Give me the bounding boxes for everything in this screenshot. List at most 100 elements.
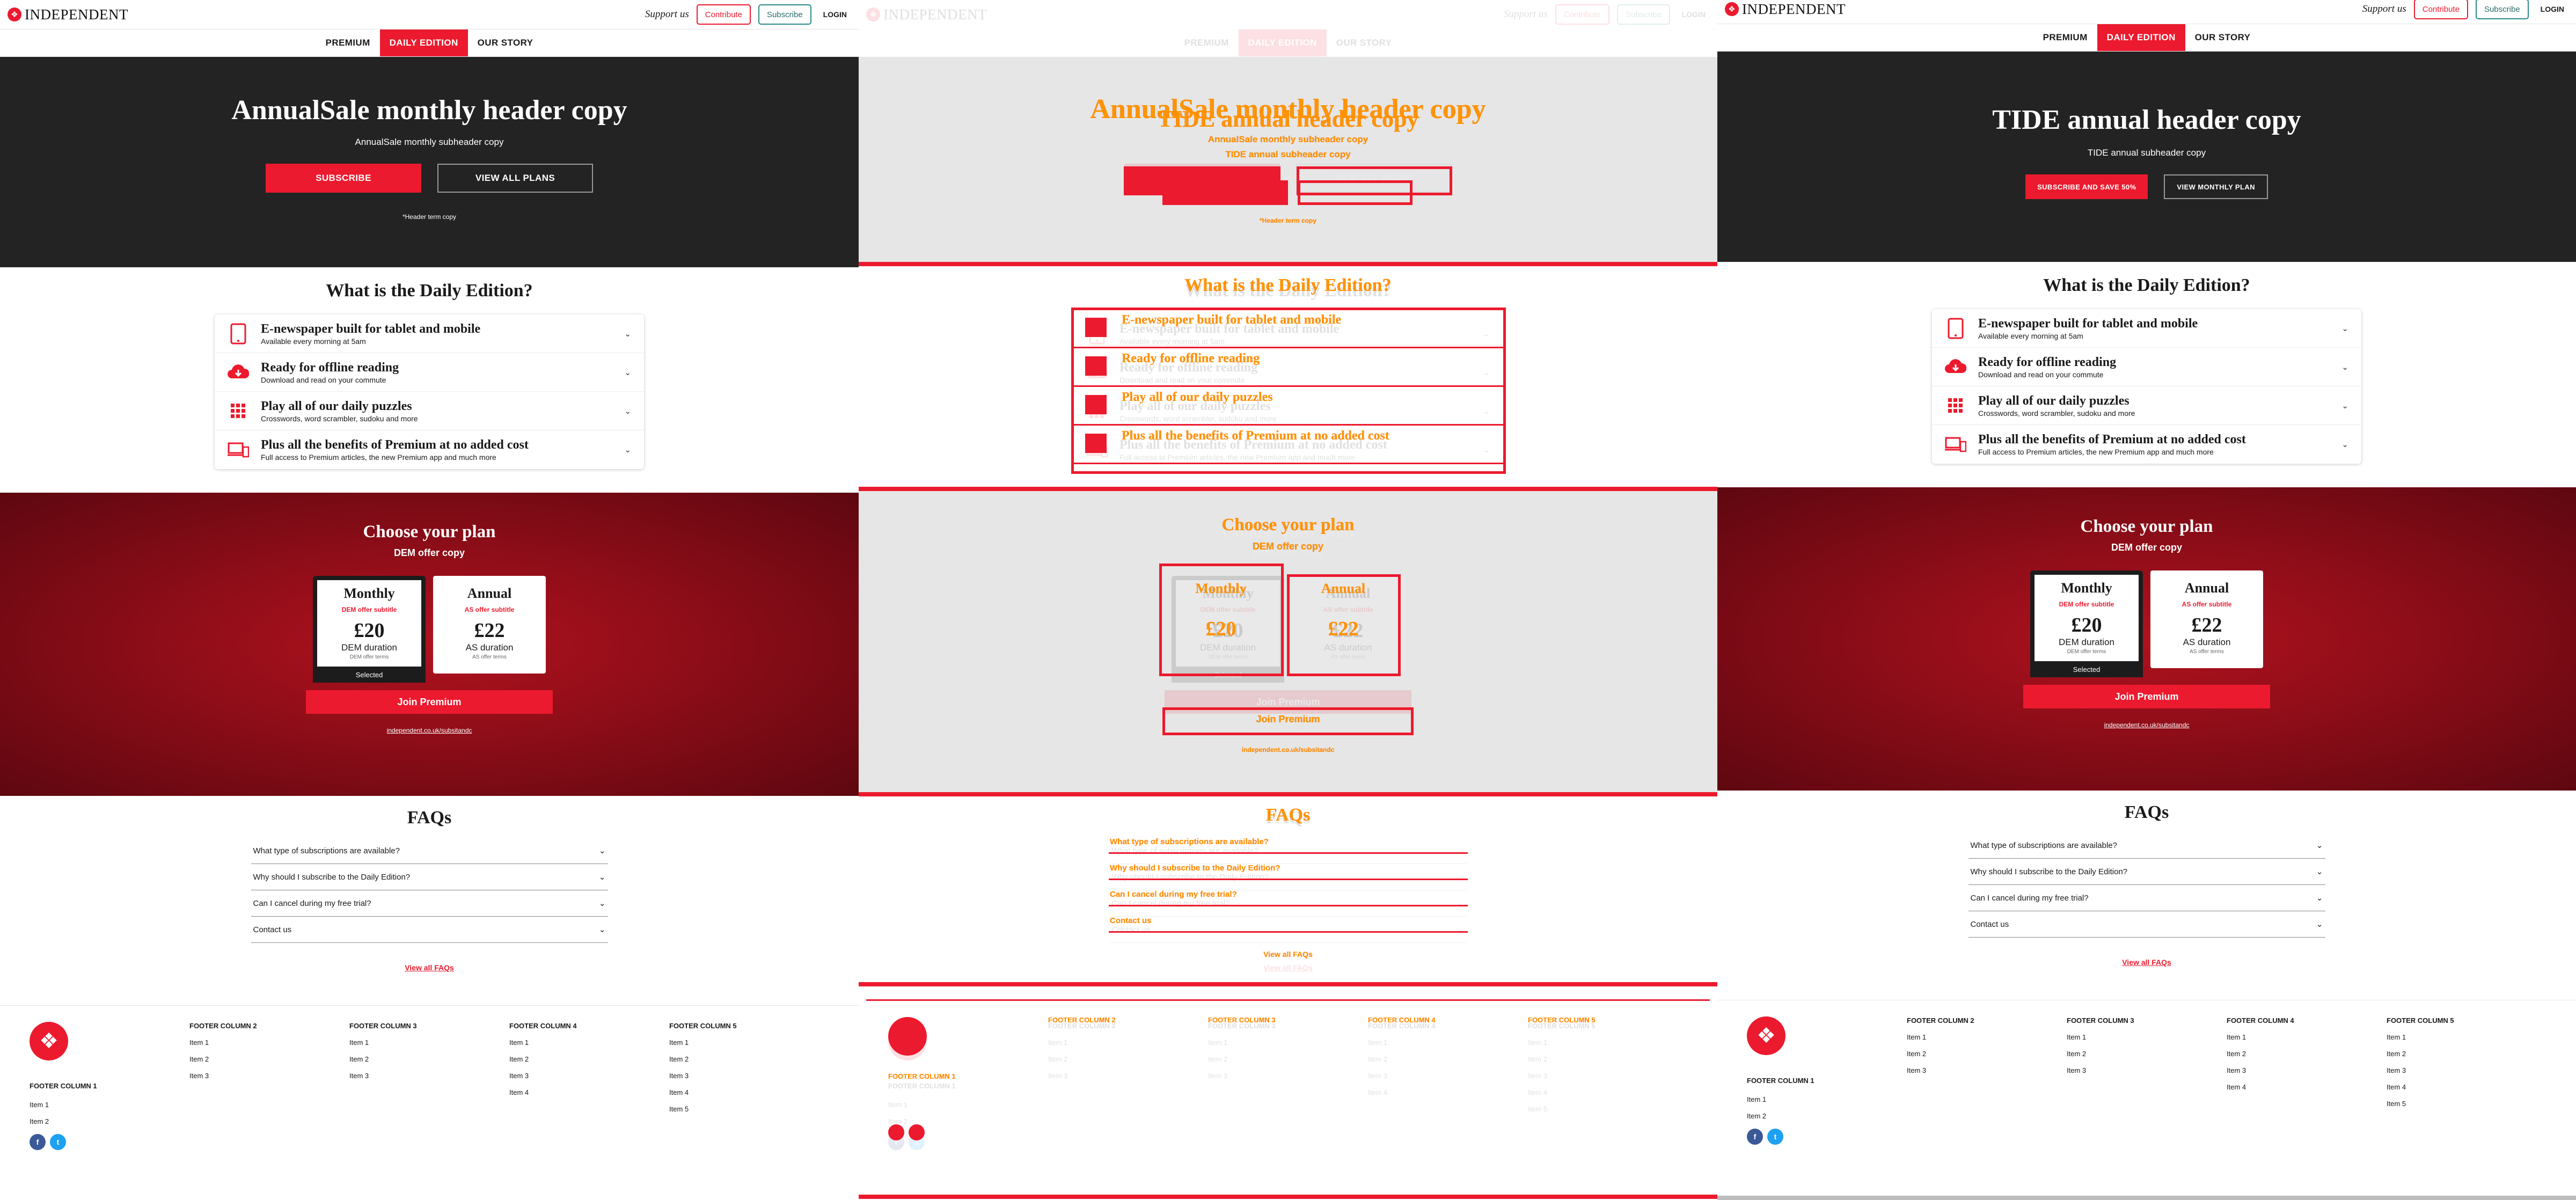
eagle-icon[interactable]: ❖ bbox=[30, 1022, 68, 1060]
footer-link[interactable]: Item 2 bbox=[1747, 1112, 1907, 1120]
hero-secondary-button[interactable]: VIEW ALL PLANS bbox=[1296, 164, 1452, 193]
footer-link[interactable]: Item 1 bbox=[1048, 1038, 1208, 1047]
tab-premium[interactable]: PREMIUM bbox=[316, 30, 380, 56]
faq-item[interactable]: Can I cancel during my free trial? ⌄ bbox=[251, 890, 608, 917]
faq-item[interactable]: What type of subscriptions are available… bbox=[251, 838, 608, 864]
faq-item[interactable]: Contact us ⌄ bbox=[251, 917, 608, 943]
footer-link[interactable]: Item 3 bbox=[2067, 1066, 2227, 1074]
terms-link[interactable]: independent.co.uk/subsitandc bbox=[1717, 721, 2576, 729]
twitter-icon[interactable]: t bbox=[50, 1134, 66, 1150]
subscribe-button[interactable]: Subscribe bbox=[2475, 0, 2529, 19]
terms-link[interactable]: independent.co.uk/subsitandc bbox=[859, 727, 1717, 734]
hero-primary-button[interactable]: SUBSCRIBE AND SAVE 50% bbox=[2025, 174, 2148, 199]
view-all-faqs-link[interactable]: View all FAQs bbox=[1263, 963, 1313, 972]
footer-link[interactable]: Item 2 bbox=[1368, 1055, 1528, 1063]
footer-link[interactable]: Item 3 bbox=[1208, 1072, 1368, 1080]
footer-link[interactable]: Item 2 bbox=[1048, 1055, 1208, 1063]
contribute-button[interactable]: Contribute bbox=[2413, 0, 2468, 19]
facebook-icon[interactable]: f bbox=[30, 1134, 46, 1150]
feature-item[interactable]: E-newspaper built for tablet and mobile A… bbox=[215, 314, 644, 353]
footer-link[interactable]: Item 5 bbox=[1528, 1105, 1688, 1113]
view-all-faqs-link[interactable]: View all FAQs bbox=[2122, 958, 2171, 967]
join-premium-button[interactable]: Join Premium bbox=[2023, 685, 2270, 708]
login-button[interactable]: LOGIN bbox=[819, 10, 851, 19]
footer-link[interactable]: Item 2 bbox=[2067, 1050, 2227, 1058]
footer-link[interactable]: Item 2 bbox=[30, 1117, 189, 1125]
hero-secondary-button[interactable]: VIEW ALL PLANS bbox=[437, 164, 593, 193]
login-button[interactable]: LOGIN bbox=[1678, 10, 1710, 19]
plan-card[interactable]: Monthly DEM offer subtitle £20 DEM durat… bbox=[2030, 570, 2143, 661]
feature-item[interactable]: E-newspaper built for tablet and mobile A… bbox=[1932, 309, 2361, 348]
footer-link[interactable]: Item 1 bbox=[30, 1101, 189, 1109]
subscribe-button[interactable]: Subscribe bbox=[1616, 4, 1670, 25]
join-premium-button[interactable]: Join Premium bbox=[1165, 690, 1411, 714]
tab-daily-edition[interactable]: DAILY EDITION bbox=[1238, 30, 1327, 56]
plan-card-monthly[interactable]: Monthly DEM offer subtitle £20 DEM durat… bbox=[313, 576, 426, 683]
footer-link[interactable]: Item 1 bbox=[2387, 1033, 2546, 1041]
feature-item[interactable]: Plus all the benefits of Premium at no a… bbox=[1073, 430, 1503, 469]
footer-link[interactable]: Item 3 bbox=[1048, 1072, 1208, 1080]
plan-card[interactable]: Monthly DEM offer subtitle £20 DEM durat… bbox=[313, 576, 426, 667]
login-button[interactable]: LOGIN bbox=[2536, 5, 2568, 13]
twitter-icon[interactable]: t bbox=[1767, 1129, 1783, 1145]
feature-item[interactable]: Play all of our daily puzzles Crosswords,… bbox=[1073, 392, 1503, 430]
feature-item[interactable]: Play all of our daily puzzles Crosswords,… bbox=[1932, 386, 2361, 425]
footer-link[interactable]: Item 3 bbox=[189, 1072, 349, 1080]
footer-link[interactable]: Item 2 bbox=[1528, 1055, 1688, 1063]
footer-link[interactable]: Item 2 bbox=[669, 1055, 829, 1063]
hero-primary-button[interactable]: SUBSCRIBE bbox=[1124, 164, 1280, 193]
hero-primary-button[interactable]: SUBSCRIBE bbox=[266, 164, 421, 193]
footer-link[interactable]: Item 1 bbox=[1528, 1038, 1688, 1047]
footer-link[interactable]: Item 5 bbox=[2387, 1100, 2546, 1108]
footer-link[interactable]: Item 3 bbox=[1368, 1072, 1528, 1080]
footer-link[interactable]: Item 4 bbox=[509, 1088, 669, 1096]
logo[interactable]: ❖ INDEPENDENT bbox=[1725, 1, 1846, 18]
tab-premium[interactable]: PREMIUM bbox=[1175, 30, 1239, 56]
faq-item[interactable]: Contact us ⌄ bbox=[1109, 917, 1467, 943]
footer-link[interactable]: Item 1 bbox=[1368, 1038, 1528, 1047]
footer-link[interactable]: Item 2 bbox=[1907, 1050, 2067, 1058]
footer-link[interactable]: Item 3 bbox=[1907, 1066, 2067, 1074]
footer-link[interactable]: Item 1 bbox=[189, 1038, 349, 1047]
tab-premium[interactable]: PREMIUM bbox=[2033, 24, 2097, 51]
join-premium-button[interactable]: Join Premium bbox=[306, 690, 553, 714]
logo[interactable]: ❖ INDEPENDENT bbox=[8, 6, 128, 23]
logo[interactable]: ❖ INDEPENDENT bbox=[866, 6, 987, 23]
footer-link[interactable]: Item 3 bbox=[1528, 1072, 1688, 1080]
tab-our-story[interactable]: OUR STORY bbox=[468, 30, 543, 56]
plan-card[interactable]: Monthly DEM offer subtitle £20 DEM durat… bbox=[1172, 576, 1284, 667]
footer-link[interactable]: Item 2 bbox=[1208, 1055, 1368, 1063]
facebook-icon[interactable]: f bbox=[888, 1134, 904, 1150]
plan-card-annual[interactable]: Annual AS offer subtitle £22 AS duration… bbox=[433, 576, 546, 674]
facebook-icon[interactable]: f bbox=[1747, 1129, 1763, 1145]
footer-link[interactable]: Item 1 bbox=[669, 1038, 829, 1047]
footer-link[interactable]: Item 4 bbox=[2227, 1083, 2387, 1091]
footer-link[interactable]: Item 3 bbox=[2227, 1066, 2387, 1074]
footer-link[interactable]: Item 2 bbox=[2387, 1050, 2546, 1058]
footer-link[interactable]: Item 5 bbox=[669, 1105, 829, 1113]
faq-item[interactable]: Why should I subscribe to the Daily Edit… bbox=[251, 864, 608, 890]
footer-link[interactable]: Item 1 bbox=[349, 1038, 509, 1047]
plan-card-monthly[interactable]: Monthly DEM offer subtitle £20 DEM durat… bbox=[2030, 570, 2143, 677]
terms-link[interactable]: independent.co.uk/subsitandc bbox=[0, 727, 859, 734]
footer-link[interactable]: Item 1 bbox=[1208, 1038, 1368, 1047]
plan-card-annual[interactable]: Annual AS offer subtitle £22 AS duration… bbox=[2150, 570, 2263, 668]
footer-link[interactable]: Item 4 bbox=[1528, 1088, 1688, 1096]
feature-item[interactable]: Play all of our daily puzzles Crosswords,… bbox=[215, 392, 644, 430]
feature-item[interactable]: Ready for offline reading Download and re… bbox=[1073, 353, 1503, 392]
footer-link[interactable]: Item 1 bbox=[888, 1101, 1048, 1109]
footer-link[interactable]: Item 1 bbox=[1747, 1095, 1907, 1103]
footer-link[interactable]: Item 2 bbox=[189, 1055, 349, 1063]
tab-our-story[interactable]: OUR STORY bbox=[1327, 30, 1402, 56]
feature-item[interactable]: Ready for offline reading Download and re… bbox=[1932, 348, 2361, 386]
footer-link[interactable]: Item 2 bbox=[2227, 1050, 2387, 1058]
footer-link[interactable]: Item 1 bbox=[1907, 1033, 2067, 1041]
plan-card-monthly[interactable]: Monthly DEM offer subtitle £20 DEM durat… bbox=[1172, 576, 1284, 683]
footer-link[interactable]: Item 3 bbox=[669, 1072, 829, 1080]
feature-item[interactable]: Plus all the benefits of Premium at no a… bbox=[1932, 425, 2361, 464]
eagle-icon[interactable]: ❖ bbox=[1747, 1016, 1785, 1055]
feature-item[interactable]: E-newspaper built for tablet and mobile A… bbox=[1073, 314, 1503, 353]
faq-item[interactable]: Can I cancel during my free trial? ⌄ bbox=[1968, 885, 2325, 911]
footer-link[interactable]: Item 1 bbox=[2067, 1033, 2227, 1041]
contribute-button[interactable]: Contribute bbox=[1555, 4, 1609, 25]
